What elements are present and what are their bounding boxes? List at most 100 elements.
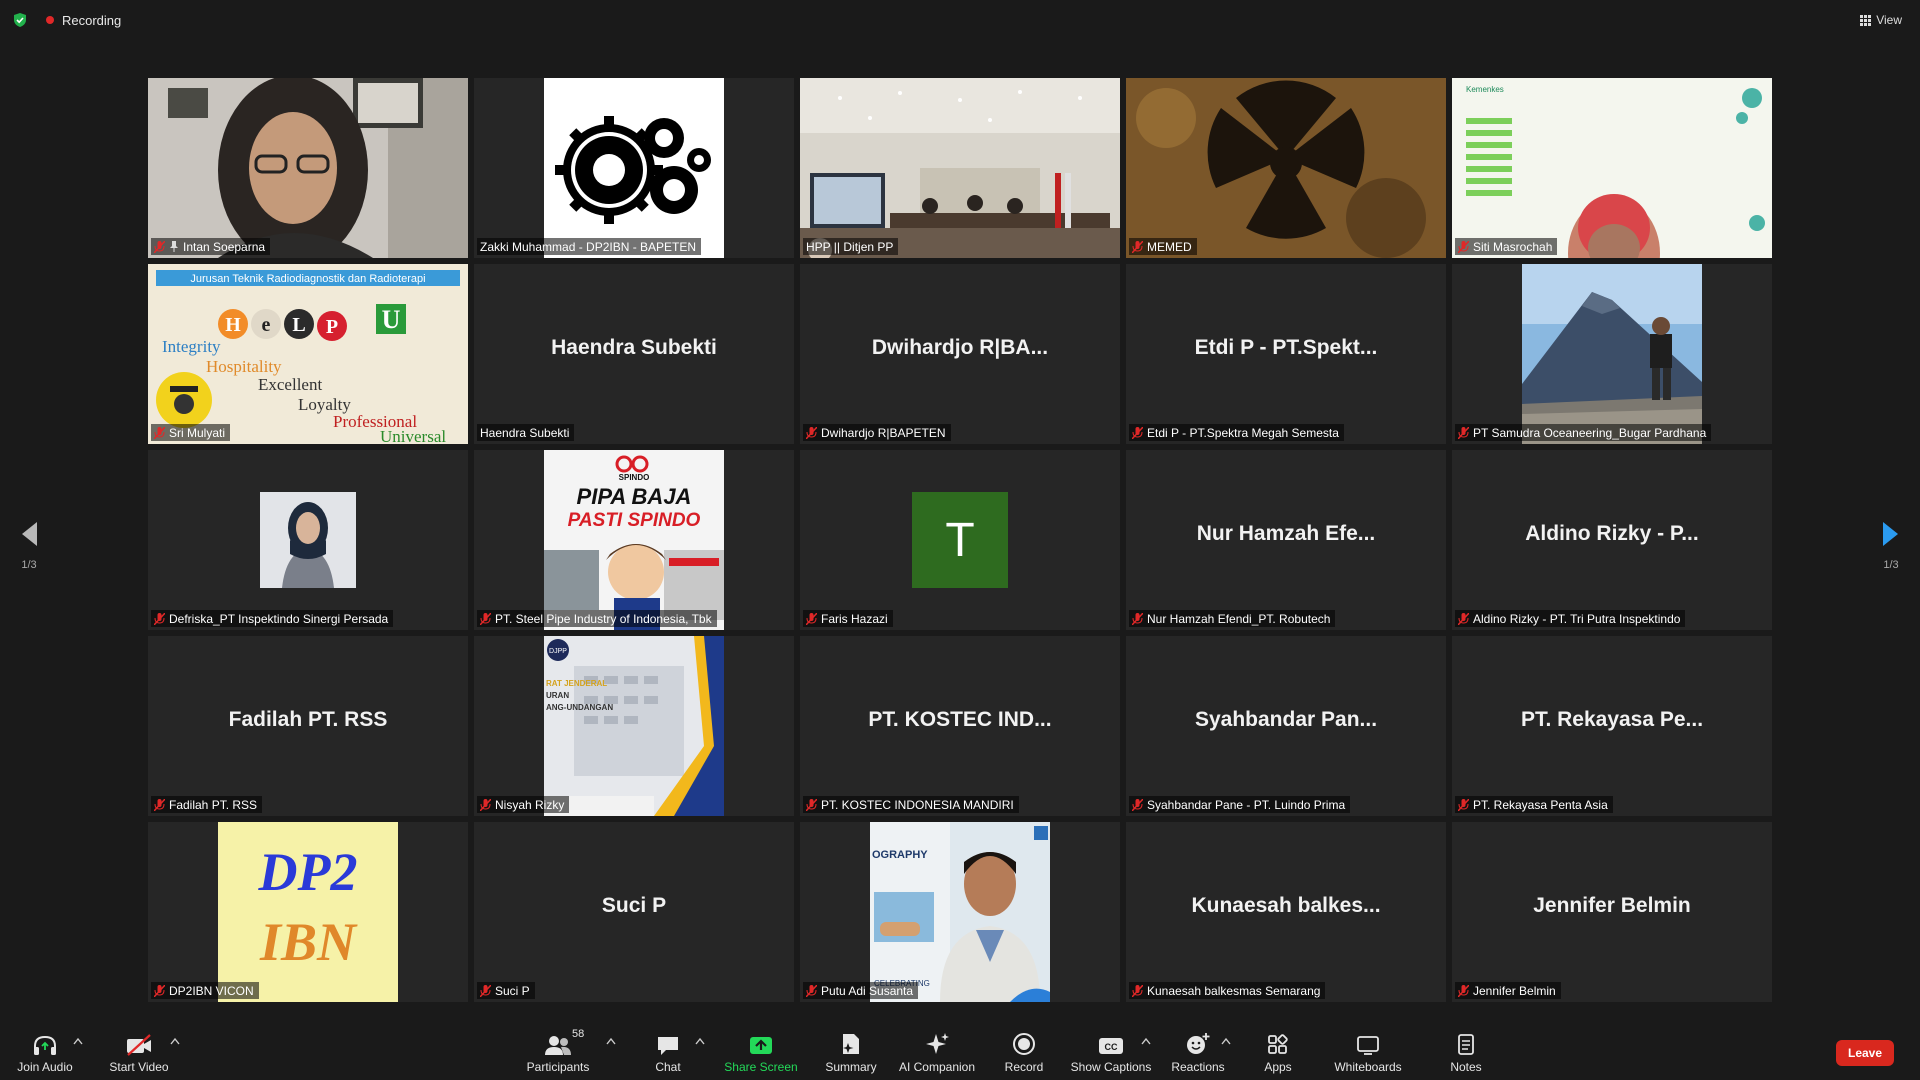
participant-name-label: Faris Hazazi <box>803 610 893 627</box>
participant-name-label: Nisyah Rizky <box>477 796 570 813</box>
participant-tile[interactable]: Intan Soeparna <box>148 78 468 258</box>
participant-name-label: Etdi P - PT.Spektra Megah Semesta <box>1129 424 1344 441</box>
muted-mic-icon <box>1458 798 1469 811</box>
recording-label: Recording <box>62 12 122 28</box>
notes-button[interactable]: Notes <box>1446 1030 1486 1078</box>
participant-name-label: Jennifer Belmin <box>1455 982 1561 999</box>
whiteboards-button[interactable]: Whiteboards <box>1330 1030 1406 1078</box>
participant-tile[interactable]: Etdi P - PT.Spekt... Etdi P - PT.Spektra… <box>1126 264 1446 444</box>
participant-tile[interactable]: SPINDO PIPA BAJA PASTI SPINDO PT. Steel … <box>474 450 794 630</box>
participant-tile[interactable]: Kunaesah balkes... Kunaesah balkesmas Se… <box>1126 822 1446 1002</box>
participant-name-label: Aldino Rizky - PT. Tri Putra Inspektindo <box>1455 610 1686 627</box>
participant-video <box>148 78 468 258</box>
participant-tile[interactable]: T Faris Hazazi <box>800 450 1120 630</box>
previous-page-button[interactable]: 1/3 <box>14 520 44 580</box>
participant-name-label: Sri Mulyati <box>151 424 231 441</box>
video-grid: Intan Soeparna Zakki Muhammad - DP2IBN -… <box>148 78 1773 1002</box>
participant-tile[interactable]: Zakki Muhammad - DP2IBN - BAPETEN <box>474 78 794 258</box>
participant-tile[interactable]: DP2 IBN DP2IBN VICON <box>148 822 468 1002</box>
svg-text:L: L <box>292 314 305 336</box>
muted-mic-icon <box>480 984 491 997</box>
muted-mic-icon <box>154 426 165 439</box>
participant-name-label: MEMED <box>1129 238 1197 255</box>
captions-options-chevron-up-icon[interactable] <box>1141 1037 1151 1045</box>
svg-text:Jurusan Teknik Radiodiagnostik: Jurusan Teknik Radiodiagnostik dan Radio… <box>190 273 425 285</box>
participant-tile-active-speaker[interactable]: HPP || Ditjen PP <box>800 78 1120 258</box>
video-options-chevron-up-icon[interactable] <box>170 1037 180 1045</box>
participants-count: 58 <box>572 1028 585 1040</box>
page-indicator-right: 1/3 <box>1883 559 1899 571</box>
participant-name-label: HPP || Ditjen PP <box>803 238 899 255</box>
participant-tile[interactable]: MEMED <box>1126 78 1446 258</box>
radiation-symbol-picture <box>1126 78 1446 258</box>
svg-text:P: P <box>326 316 338 338</box>
participant-display-name: Kunaesah balkes... <box>1191 894 1381 917</box>
svg-text:H: H <box>225 314 241 336</box>
muted-mic-icon <box>1458 612 1469 625</box>
participant-tile[interactable]: PT. KOSTEC IND... PT. KOSTEC INDONESIA M… <box>800 636 1120 816</box>
spindo-profile-picture: SPINDO PIPA BAJA PASTI SPINDO <box>544 450 724 630</box>
muted-mic-icon <box>806 426 817 439</box>
recording-indicator[interactable]: Recording <box>46 10 121 30</box>
participant-display-name: Nur Hamzah Efe... <box>1196 522 1376 545</box>
svg-text:URAN: URAN <box>546 691 569 700</box>
participant-name-label: Syahbandar Pane - PT. Luindo Prima <box>1129 796 1351 813</box>
apps-button[interactable]: Apps <box>1258 1030 1298 1078</box>
participant-tile[interactable]: Haendra Subekti Haendra Subekti <box>474 264 794 444</box>
participants-options-chevron-up-icon[interactable] <box>606 1037 616 1045</box>
participant-name-label: PT. KOSTEC INDONESIA MANDIRI <box>803 796 1019 813</box>
djpp-building-picture: DJPP RAT JENDERAL URAN ANG-UNDANGAN <box>544 636 724 816</box>
join-audio-button[interactable]: Join Audio <box>14 1030 76 1078</box>
start-video-button[interactable]: Start Video <box>106 1030 172 1078</box>
participant-tile[interactable]: Jurusan Teknik Radiodiagnostik dan Radio… <box>148 264 468 444</box>
share-screen-button[interactable]: Share Screen <box>724 1030 798 1078</box>
chat-bubble-icon <box>658 1037 678 1055</box>
participant-name-label: Fadilah PT. RSS <box>151 796 263 813</box>
view-button[interactable]: View <box>1860 10 1902 30</box>
chat-options-chevron-up-icon[interactable] <box>695 1037 705 1045</box>
reactions-button[interactable]: Reactions <box>1170 1030 1226 1078</box>
participant-tile[interactable]: Kemenkes Siti Masrochah <box>1452 78 1772 258</box>
participant-tile[interactable]: Aldino Rizky - P... Aldino Rizky - PT. T… <box>1452 450 1772 630</box>
participant-tile[interactable]: OGRAPHY CELEBRATING Putu Adi Susanta <box>800 822 1120 1002</box>
participant-tile[interactable]: Dwihardjo R|BA... Dwihardjo R|BAPETEN <box>800 264 1120 444</box>
ai-companion-button[interactable]: AI Companion <box>896 1030 978 1078</box>
hijab-avatar-picture <box>260 492 356 588</box>
participant-display-name: PT. KOSTEC IND... <box>868 708 1052 731</box>
participant-tile[interactable]: Suci P Suci P <box>474 822 794 1002</box>
muted-mic-icon <box>154 612 165 625</box>
svg-text:OGRAPHY: OGRAPHY <box>872 849 928 861</box>
muted-mic-icon <box>480 798 491 811</box>
participant-name-label: Defriska_PT Inspektindo Sinergi Persada <box>151 610 394 627</box>
audio-options-chevron-up-icon[interactable] <box>73 1037 83 1045</box>
arrow-right-icon <box>1883 522 1898 546</box>
muted-mic-icon <box>1132 426 1143 439</box>
svg-text:PIPA BAJA: PIPA BAJA <box>577 484 692 509</box>
participants-button[interactable]: 58 Participants <box>524 1028 592 1078</box>
muted-mic-icon <box>1458 426 1469 439</box>
putu-profile-picture: OGRAPHY CELEBRATING <box>870 822 1050 1002</box>
reactions-options-chevron-up-icon[interactable] <box>1221 1037 1231 1045</box>
record-button[interactable]: Record <box>1000 1030 1048 1078</box>
participant-display-name: Jennifer Belmin <box>1533 894 1691 917</box>
participant-tile[interactable]: Syahbandar Pan... Syahbandar Pane - PT. … <box>1126 636 1446 816</box>
participant-name-label: Intan Soeparna <box>151 238 271 255</box>
participant-tile[interactable]: DJPP RAT JENDERAL URAN ANG-UNDANGAN Nisy… <box>474 636 794 816</box>
participant-tile[interactable]: PT. Rekayasa Pe... PT. Rekayasa Penta As… <box>1452 636 1772 816</box>
participant-tile[interactable]: Fadilah PT. RSS Fadilah PT. RSS <box>148 636 468 816</box>
arrow-left-icon <box>22 522 37 546</box>
next-page-button[interactable]: 1/3 <box>1876 520 1906 580</box>
participant-tile[interactable]: Defriska_PT Inspektindo Sinergi Persada <box>148 450 468 630</box>
svg-text:DP2: DP2 <box>258 842 358 902</box>
chat-button[interactable]: Chat <box>648 1030 688 1078</box>
participant-name-label: DP2IBN VICON <box>151 982 259 999</box>
summary-button[interactable]: Summary <box>821 1030 881 1078</box>
participants-icon <box>545 1036 571 1055</box>
svg-text:SPINDO: SPINDO <box>619 473 650 482</box>
participant-tile[interactable]: Nur Hamzah Efe... Nur Hamzah Efendi_PT. … <box>1126 450 1446 630</box>
encryption-shield-icon[interactable] <box>12 12 28 28</box>
record-icon <box>1013 1033 1035 1055</box>
participant-tile[interactable]: Jennifer Belmin Jennifer Belmin <box>1452 822 1772 1002</box>
leave-button[interactable]: Leave <box>1836 1040 1894 1066</box>
participant-tile[interactable]: PT Samudra Oceaneering_Bugar Pardhana <box>1452 264 1772 444</box>
